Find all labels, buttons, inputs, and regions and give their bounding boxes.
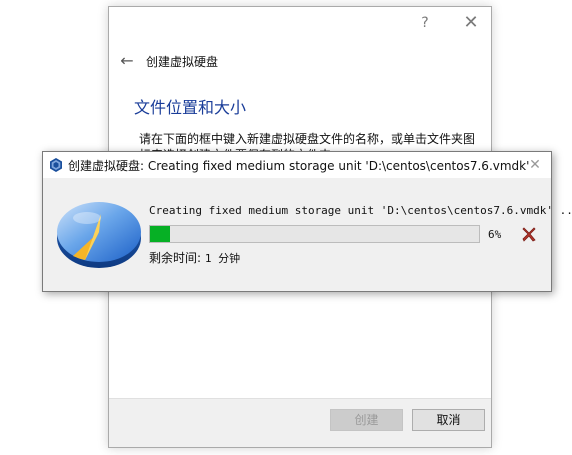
page-heading: 文件位置和大小	[134, 98, 247, 117]
back-arrow-icon[interactable]: ←	[117, 52, 137, 70]
help-button[interactable]: ?	[414, 14, 436, 32]
progress-bar	[149, 225, 480, 243]
progress-fill	[150, 226, 170, 242]
progress-close-icon[interactable]: ✕	[526, 156, 544, 174]
wizard-titlebar: ? ✕	[109, 7, 491, 37]
progress-percent: 6%	[488, 228, 502, 241]
time-remaining-label: 剩余时间:	[149, 251, 202, 265]
create-button[interactable]: 创建	[330, 409, 403, 431]
progress-dialog: 创建虚拟硬盘: Creating fixed medium storage un…	[42, 151, 572, 292]
time-remaining-value: 1 分钟	[204, 252, 241, 265]
cancel-operation-icon[interactable]	[519, 224, 539, 244]
wizard-title: 创建虚拟硬盘	[146, 55, 219, 69]
wizard-close-button[interactable]: ✕	[459, 12, 483, 34]
progress-dialog-title: 创建虚拟硬盘: Creating fixed medium storage un…	[68, 159, 530, 173]
progress-titlebar: 创建虚拟硬盘: Creating fixed medium storage un…	[43, 152, 551, 178]
operation-description: Creating fixed medium storage unit 'D:\c…	[149, 204, 572, 217]
cancel-button[interactable]: 取消	[412, 409, 485, 431]
wizard-footer: 创建 取消	[109, 398, 491, 447]
virtualbox-icon	[50, 158, 62, 172]
time-remaining: 剩余时间: 1 分钟	[149, 249, 240, 266]
hard-disk-progress-icon	[57, 202, 141, 268]
